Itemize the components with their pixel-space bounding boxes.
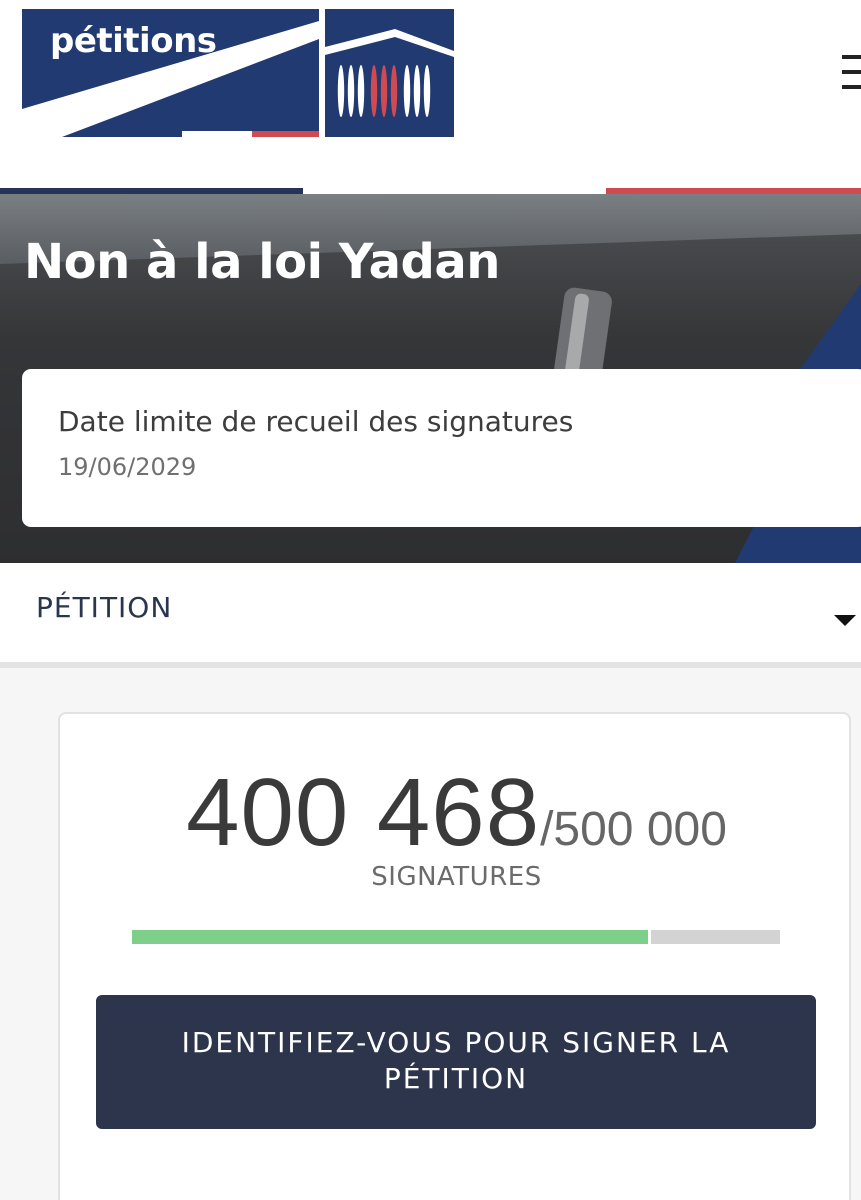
hamburger-menu-icon[interactable]: [842, 55, 861, 89]
triangle-down-icon[interactable]: [834, 615, 856, 626]
logo-emblem: [325, 9, 454, 137]
section-title: PÉTITION: [36, 591, 173, 624]
signature-progress-fill: [132, 930, 651, 944]
deadline-date: 19/06/2029: [58, 453, 197, 481]
deadline-card: Date limite de recueil des signatures 19…: [22, 369, 861, 527]
petitions-logo[interactable]: pétitions: [22, 9, 454, 137]
signature-count-line: 400 468/500 000: [60, 758, 853, 868]
signatures-label: SIGNATURES: [371, 862, 542, 892]
petition-title: Non à la loi Yadan: [24, 234, 500, 290]
signature-progress-bar: [132, 930, 780, 944]
site-header: pétitions: [0, 0, 861, 188]
sign-in-to-sign-button[interactable]: IDENTIFIEZ-VOUS POUR SIGNER LA PÉTITION: [96, 995, 816, 1129]
logo-text: pétitions: [50, 21, 217, 61]
petition-section-toggle[interactable]: PÉTITION: [0, 563, 861, 662]
deadline-label: Date limite de recueil des signatures: [58, 405, 574, 438]
logo-banner: pétitions: [22, 9, 319, 137]
petition-hero: Non à la loi Yadan Date limite de recuei…: [0, 194, 861, 563]
signature-goal: /500 000: [540, 803, 727, 856]
signature-card: 400 468/500 000 SIGNATURES IDENTIFIEZ-VO…: [58, 712, 851, 1200]
main-content: 400 468/500 000 SIGNATURES IDENTIFIEZ-VO…: [0, 668, 861, 1200]
signature-count: 400 468: [186, 759, 541, 866]
